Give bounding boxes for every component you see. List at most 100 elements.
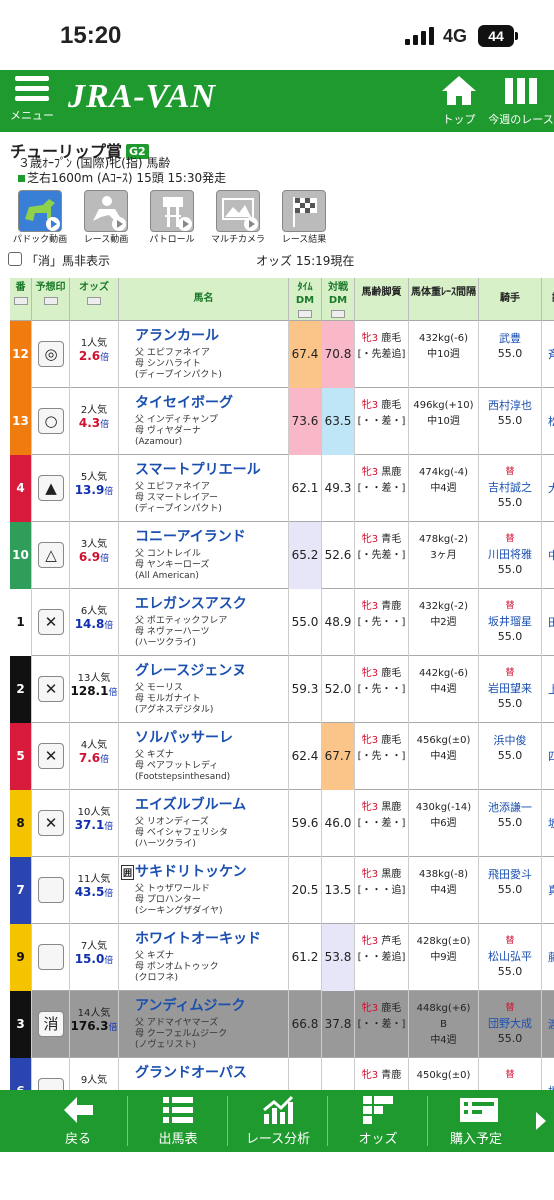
odds-cell[interactable]: 9人気 xyxy=(70,1058,119,1090)
odds-cell[interactable]: 10人気 37.1倍 xyxy=(70,790,119,857)
jockey-name[interactable]: 西村淳也 xyxy=(479,398,541,413)
jockey-cell[interactable]: 替川田将雅 55.0 xyxy=(479,522,542,589)
jockey-name[interactable]: 団野大成 xyxy=(479,1016,541,1031)
col-time-dm[interactable]: ﾀｲﾑDM xyxy=(289,278,322,321)
race-result-button[interactable]: レース結果 xyxy=(272,190,336,245)
col-vs-dm[interactable]: 対戦DM xyxy=(322,278,355,321)
horse-name[interactable]: エイズルブルーム xyxy=(135,794,288,814)
horse-name-cell[interactable]: グランドオーパス xyxy=(119,1058,289,1090)
horse-name-cell[interactable]: コニーアイランド父 コントレイル母 ヤンキーローズ (All American) xyxy=(119,522,289,589)
analysis-button[interactable]: レース分析 xyxy=(228,1094,328,1147)
horse-name[interactable]: エレガンスアスク xyxy=(135,593,288,613)
horse-name-cell[interactable]: ソルパッサーレ父 キズナ母 ペアフットレディ (Footstepsinthesan… xyxy=(119,723,289,790)
col-odds[interactable]: オッズ xyxy=(70,278,119,321)
trainer-cell[interactable]: 田 xyxy=(542,589,554,656)
trainer-cell[interactable]: 松 xyxy=(542,388,554,455)
jockey-cell[interactable]: 武豊 55.0 xyxy=(479,321,542,388)
odds-cell[interactable]: 14人気 176.3倍 xyxy=(70,991,119,1058)
next-arrow-icon[interactable] xyxy=(534,1110,548,1136)
prediction-mark-button[interactable]: ○ xyxy=(38,408,64,434)
col-mark[interactable]: 予想印 xyxy=(32,278,70,321)
odds-cell[interactable]: 3人気 6.9倍 xyxy=(70,522,119,589)
horse-name-cell[interactable]: エレガンスアスク父 ポエティックフレア母 ネヴァーハーツ (ハーツクライ) xyxy=(119,589,289,656)
prediction-mark-button[interactable] xyxy=(38,944,64,970)
multi-camera-button[interactable]: マルチカメラ xyxy=(206,190,270,245)
horse-name-cell[interactable]: グレースジェンヌ父 モーリス母 モルガナイト (アグネスデジタル) xyxy=(119,656,289,723)
horse-name[interactable]: グランドオーパス xyxy=(135,1062,288,1082)
jockey-cell[interactable]: 替松山弘平 55.0 xyxy=(479,924,542,991)
purchase-plan-button[interactable]: 購入予定 xyxy=(426,1094,526,1147)
prediction-mark-button[interactable]: △ xyxy=(38,542,64,568)
jockey-cell[interactable]: 池添謙一 55.0 xyxy=(479,790,542,857)
jockey-cell[interactable]: 替 xyxy=(479,1058,542,1090)
trainer-cell[interactable]: 橋 xyxy=(542,1058,554,1090)
jockey-cell[interactable]: 替坂井瑠星 55.0 xyxy=(479,589,542,656)
horse-name[interactable]: サキドリトッケン xyxy=(135,861,288,881)
col-num[interactable]: 番 xyxy=(10,278,32,321)
paddock-video-button[interactable]: パドック動画 xyxy=(8,190,72,245)
jockey-cell[interactable]: 浜中俊 55.0 xyxy=(479,723,542,790)
horse-name[interactable]: ホワイトオーキッド xyxy=(135,928,288,948)
menu-button[interactable]: メニュー xyxy=(10,74,54,123)
horse-name[interactable]: タイセイボーグ xyxy=(135,392,288,412)
jockey-cell[interactable]: 飛田愛斗 55.0 xyxy=(479,857,542,924)
horse-name-cell[interactable]: ホワイトオーキッド父 キズナ母 ボンオムトゥック (クロフネ) xyxy=(119,924,289,991)
trainer-cell[interactable]: 斉 xyxy=(542,321,554,388)
jockey-name[interactable]: 岩田望来 xyxy=(479,681,541,696)
jockey-cell[interactable]: 西村淳也 55.0 xyxy=(479,388,542,455)
patrol-video-button[interactable]: パトロール xyxy=(140,190,204,245)
entries-button[interactable]: 出馬表 xyxy=(128,1094,228,1147)
jockey-name[interactable]: 松山弘平 xyxy=(479,949,541,964)
trainer-cell[interactable]: 上 xyxy=(542,656,554,723)
odds-cell[interactable]: 11人気 43.5倍 xyxy=(70,857,119,924)
horse-name-cell[interactable]: アンディムジーク父 アドマイヤマーズ母 クーフェルムジーク (ノヴェリスト) xyxy=(119,991,289,1058)
jockey-name[interactable]: 飛田愛斗 xyxy=(479,867,541,882)
horse-name[interactable]: スマートプリエール xyxy=(135,459,288,479)
top-button[interactable]: トップ xyxy=(436,74,482,127)
jockey-name[interactable]: 池添謙一 xyxy=(479,800,541,815)
odds-cell[interactable]: 1人気 2.6倍 xyxy=(70,321,119,388)
trainer-cell[interactable]: 渡 xyxy=(542,991,554,1058)
trainer-cell[interactable]: 大 xyxy=(542,455,554,522)
prediction-mark-button[interactable]: ▲ xyxy=(38,475,64,501)
jockey-cell[interactable]: 替岩田望来 55.0 xyxy=(479,656,542,723)
jockey-name[interactable]: 浜中俊 xyxy=(479,733,541,748)
horse-name[interactable]: ソルパッサーレ xyxy=(135,727,288,747)
horse-name-cell[interactable]: タイセイボーグ父 インディチャンプ母 ヴィヤダーナ (Azamour) xyxy=(119,388,289,455)
prediction-mark-button[interactable]: ✕ xyxy=(38,609,64,635)
odds-cell[interactable]: 7人気 15.0倍 xyxy=(70,924,119,991)
jockey-cell[interactable]: 替吉村誠之 55.0 xyxy=(479,455,542,522)
odds-cell[interactable]: 6人気 14.8倍 xyxy=(70,589,119,656)
horse-name-cell[interactable]: アランカール父 エピファネイア母 シンハライト (ディープインパクト) xyxy=(119,321,289,388)
trainer-cell[interactable]: 真 xyxy=(542,857,554,924)
horse-name[interactable]: アンディムジーク xyxy=(135,995,288,1015)
prediction-mark-button[interactable]: 消 xyxy=(38,1011,64,1037)
jockey-name[interactable]: 吉村誠之 xyxy=(479,480,541,495)
jockey-cell[interactable]: 替団野大成 55.0 xyxy=(479,991,542,1058)
trainer-cell[interactable]: 中 xyxy=(542,522,554,589)
horse-name-cell[interactable]: 囲サキドリトッケン父 トゥザワールド母 プロハンター (シーキングザダイヤ) xyxy=(119,857,289,924)
prediction-mark-button[interactable]: ✕ xyxy=(38,743,64,769)
horse-name-cell[interactable]: スマートプリエール父 エピファネイア母 スマートレイアー (ディープインパクト) xyxy=(119,455,289,522)
odds-cell[interactable]: 4人気 7.6倍 xyxy=(70,723,119,790)
jra-van-logo[interactable]: JRA-VAN xyxy=(68,78,216,116)
jockey-name[interactable]: 川田将雅 xyxy=(479,547,541,562)
this-week-button[interactable]: 今週のレース xyxy=(488,74,554,127)
odds-cell[interactable]: 5人気 13.9倍 xyxy=(70,455,119,522)
horse-name[interactable]: コニーアイランド xyxy=(135,526,288,546)
horse-name-cell[interactable]: エイズルブルーム父 リオンディーズ母 ベイシャフェリシタ (ハーツクライ) xyxy=(119,790,289,857)
race-video-button[interactable]: レース動画 xyxy=(74,190,138,245)
prediction-mark-button[interactable]: ✕ xyxy=(38,676,64,702)
prediction-mark-button[interactable] xyxy=(38,877,64,903)
odds-button[interactable]: オッズ xyxy=(328,1094,428,1147)
back-button[interactable]: 戻る xyxy=(28,1094,128,1147)
trainer-cell[interactable]: 四 xyxy=(542,723,554,790)
prediction-mark-button[interactable]: ◎ xyxy=(38,341,64,367)
odds-cell[interactable]: 13人気 128.1倍 xyxy=(70,656,119,723)
horse-name[interactable]: グレースジェンヌ xyxy=(135,660,288,680)
prediction-mark-button[interactable]: ✕ xyxy=(38,810,64,836)
trainer-cell[interactable]: 藤 xyxy=(542,924,554,991)
trainer-cell[interactable]: 坂 xyxy=(542,790,554,857)
jockey-name[interactable]: 坂井瑠星 xyxy=(479,614,541,629)
hide-scratched-checkbox[interactable] xyxy=(8,252,22,266)
